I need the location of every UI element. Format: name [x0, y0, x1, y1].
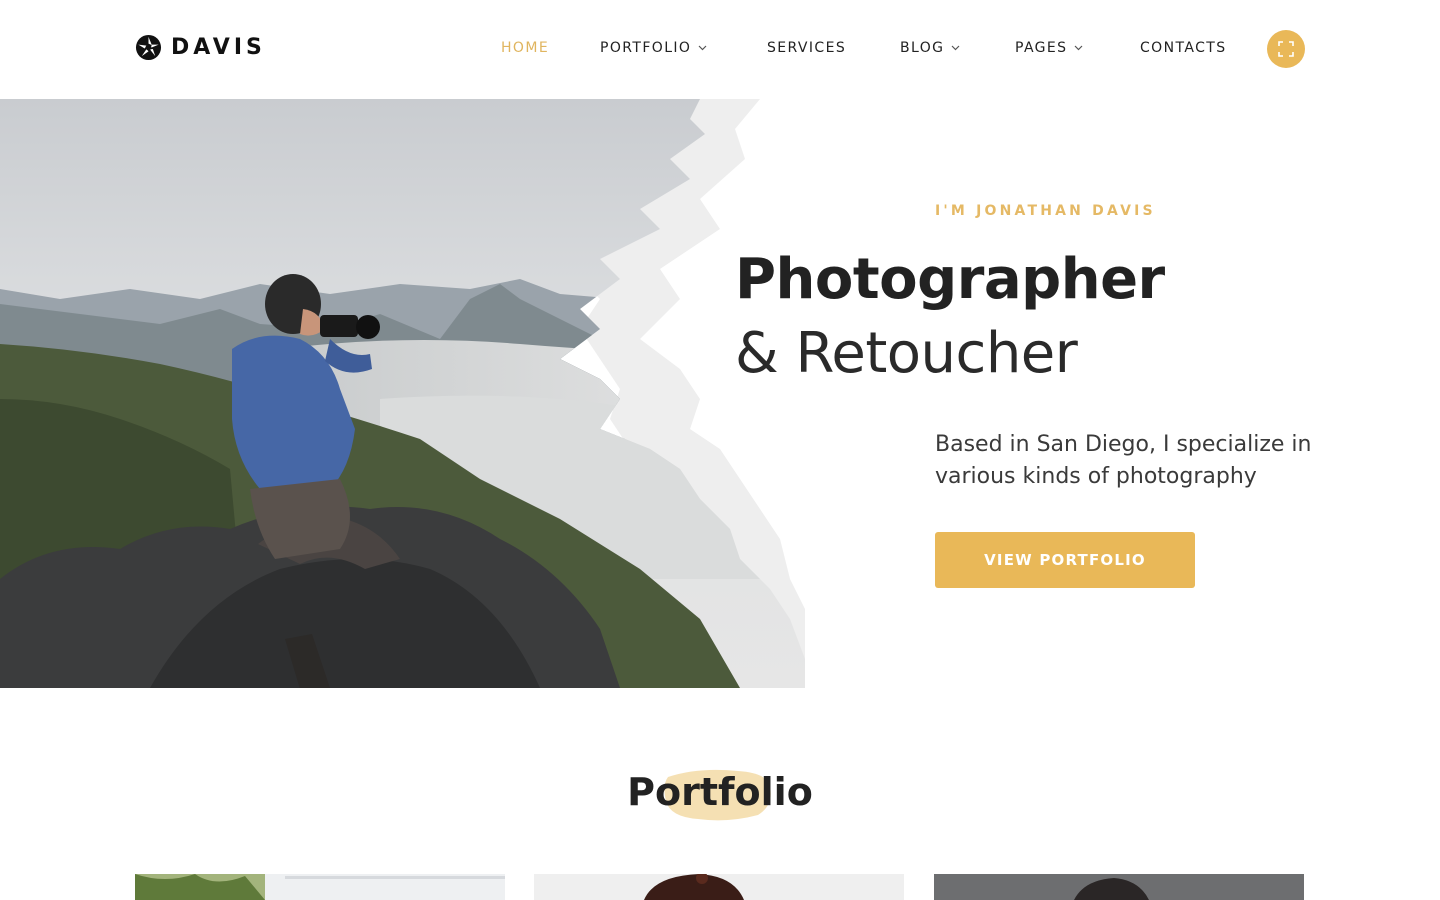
nav-item-blog[interactable]: BLOG	[900, 40, 960, 56]
portfolio-thumbnail[interactable]	[934, 874, 1304, 900]
hero-title: Photographer	[735, 247, 1165, 312]
hero-eyebrow: I'M JONATHAN DAVIS	[935, 203, 1156, 219]
camera-aperture-icon	[135, 34, 162, 61]
nav-item-pages[interactable]: PAGES	[1015, 40, 1083, 56]
brand-name: DAVIS	[171, 35, 266, 60]
portfolio-thumbnail-plant	[135, 874, 505, 900]
nav-item-services[interactable]: SERVICES	[767, 40, 846, 56]
hero-image	[0, 99, 805, 688]
chevron-down-icon	[1075, 45, 1083, 51]
portfolio-thumbnail-portrait	[534, 874, 904, 900]
nav-item-label: CONTACTS	[1140, 40, 1227, 56]
nav-item-label: HOME	[501, 40, 550, 56]
nav-item-contacts[interactable]: CONTACTS	[1140, 40, 1226, 56]
view-portfolio-button[interactable]: VIEW PORTFOLIO	[935, 532, 1195, 588]
fullscreen-button[interactable]	[1267, 30, 1305, 68]
photographer-on-mountain-rock-photo	[0, 99, 805, 688]
site-header: DAVIS HOME PORTFOLIO SERVICES BLOG PAGES…	[0, 0, 1440, 99]
nav-item-label: BLOG	[900, 40, 945, 56]
hero-subtitle: & Retoucher	[735, 321, 1078, 386]
hero-description: Based in San Diego, I specialize in vari…	[935, 432, 1312, 489]
brand-logo[interactable]: DAVIS	[135, 34, 266, 61]
nav-item-label: SERVICES	[767, 40, 847, 56]
nav-item-home[interactable]: HOME	[501, 40, 549, 56]
portfolio-thumbnail[interactable]	[534, 874, 904, 900]
portfolio-thumbnail[interactable]	[135, 874, 505, 900]
nav-item-label: PAGES	[1015, 40, 1068, 56]
portfolio-thumbnail-portrait-dark	[934, 874, 1304, 900]
nav-item-portfolio[interactable]: PORTFOLIO	[600, 40, 707, 56]
portfolio-heading-wrap: Portfolio	[0, 760, 1440, 830]
chevron-down-icon	[698, 45, 707, 51]
nav-item-label: PORTFOLIO	[600, 40, 692, 56]
portfolio-heading: Portfolio	[627, 770, 813, 814]
fullscreen-icon	[1278, 41, 1294, 57]
chevron-down-icon	[951, 45, 960, 51]
